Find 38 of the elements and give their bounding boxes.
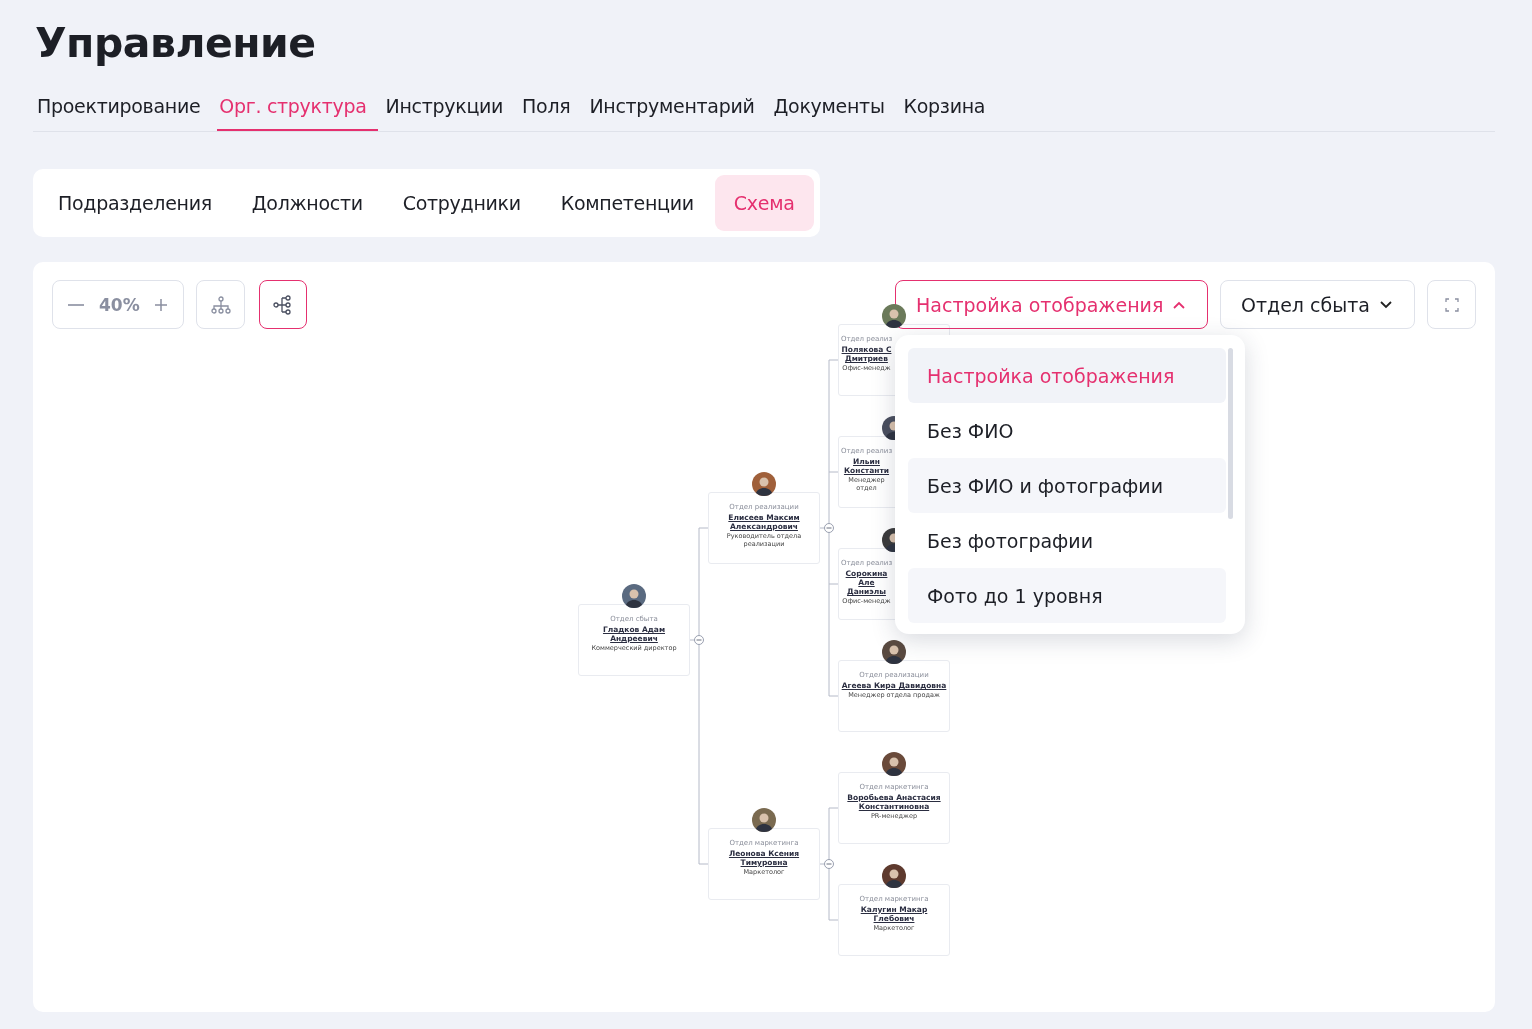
avatar (752, 472, 776, 496)
menu-item[interactable]: Фото до 1 уровня (908, 568, 1226, 623)
scrollbar[interactable] (1228, 348, 1233, 519)
section-tab[interactable]: Сотрудники (383, 175, 540, 231)
menu-item[interactable]: Без ФИО и фотографии (908, 458, 1226, 513)
fullscreen-button[interactable] (1427, 280, 1476, 329)
hierarchy-icon (210, 295, 231, 314)
avatar (882, 304, 906, 328)
avatar (882, 640, 906, 664)
chevron-down-icon (1379, 300, 1392, 309)
section-tab[interactable]: Подразделения (39, 175, 231, 231)
department-select[interactable]: Отдел сбыта (1220, 280, 1415, 329)
collapse-toggle[interactable] (824, 523, 834, 533)
zoom-level: 40% (99, 294, 140, 315)
nav-tab[interactable]: Документы (771, 87, 896, 131)
nav-tab[interactable]: Проектирование (35, 87, 212, 131)
collapse-toggle[interactable] (694, 635, 704, 645)
nav-tab[interactable]: Поля (520, 87, 582, 131)
chevron-up-icon (1173, 300, 1186, 309)
nav-tab[interactable]: Инструментарий (587, 87, 766, 131)
avatar (882, 752, 906, 776)
collapse-toggle[interactable] (824, 859, 834, 869)
view-toggle-button[interactable] (259, 280, 307, 329)
avatar (752, 808, 776, 832)
menu-item[interactable]: Настройка отображения (908, 348, 1226, 403)
display-settings-button[interactable]: Настройка отображения (895, 280, 1208, 329)
avatar (622, 584, 646, 608)
nav-tab[interactable]: Корзина (901, 87, 997, 131)
section-tab[interactable]: Схема (714, 175, 814, 231)
nav-tab[interactable]: Орг. структура (217, 87, 378, 131)
nav-tab[interactable]: Инструкции (383, 87, 515, 131)
avatar (882, 864, 906, 888)
page-title: Управление (34, 18, 317, 69)
fullscreen-icon (1444, 297, 1459, 312)
zoom-in-icon[interactable] (153, 297, 168, 312)
branch-icon (273, 294, 293, 315)
section-tab[interactable]: Должности (232, 175, 382, 231)
section-tab[interactable]: Компетенции (541, 175, 713, 231)
